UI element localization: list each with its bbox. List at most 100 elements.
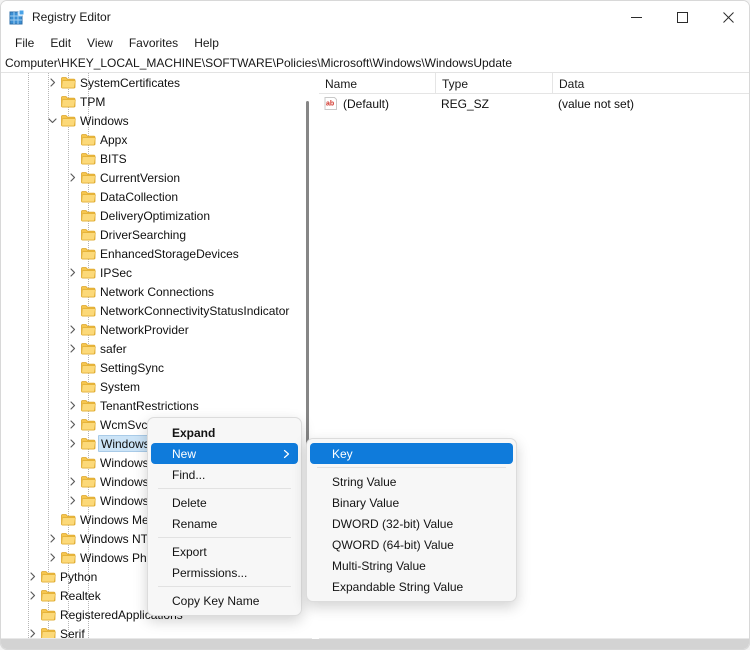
chevron-right-icon[interactable]	[65, 491, 80, 510]
column-header-name[interactable]: Name	[319, 73, 435, 94]
tree-item-label-box: BITS	[98, 150, 130, 167]
svg-text:ab: ab	[326, 101, 334, 108]
tree-item-label: EnhancedStorageDevices	[100, 246, 239, 261]
list-body: ab (Default) REG_SZ (value not set)	[319, 94, 749, 114]
submenu-item-qword-64-bit-value[interactable]: QWORD (64-bit) Value	[310, 534, 513, 555]
chevron-right-icon[interactable]	[65, 320, 80, 339]
column-header-data[interactable]: Data	[552, 73, 749, 94]
submenu-item-key[interactable]: Key	[310, 443, 513, 464]
menu-file[interactable]: File	[7, 34, 42, 53]
list-header: Name Type Data	[319, 73, 749, 94]
menu-favorites[interactable]: Favorites	[121, 34, 186, 53]
new-submenu[interactable]: Key String Value Binary Value DWORD (32-bit…	[306, 438, 517, 602]
tree-item-networkconnectivitystatusindicator[interactable]: NetworkConnectivityStatusIndicator	[1, 301, 304, 320]
desktop-bottom-strip	[1, 639, 749, 649]
tree-item-windows[interactable]: Windows	[1, 111, 304, 130]
menu-help[interactable]: Help	[186, 34, 227, 53]
tree-item-label-box: DataCollection	[98, 188, 181, 205]
tree-item-currentversion[interactable]: CurrentVersion	[1, 168, 304, 187]
tree-item-label-box: Appx	[98, 131, 130, 148]
tree-item-label-box: Python	[58, 568, 100, 585]
tree-item-driversearching[interactable]: DriverSearching	[1, 225, 304, 244]
chevron-right-icon[interactable]	[45, 529, 60, 548]
tree-item-systemcertificates[interactable]: SystemCertificates	[1, 73, 304, 92]
tree-item-label-box: TPM	[78, 93, 108, 110]
folder-icon	[80, 282, 97, 301]
registry-editor-icon	[9, 9, 26, 26]
tree-item-label-box: DeliveryOptimization	[98, 207, 213, 224]
context-menu-item-copy-key-name[interactable]: Copy Key Name	[151, 590, 298, 611]
submenu-item-dword-32-bit-value[interactable]: DWORD (32-bit) Value	[310, 513, 513, 534]
chevron-right-icon[interactable]	[65, 168, 80, 187]
cell-data: (value not set)	[558, 97, 635, 111]
tree-expander-spacer	[65, 377, 80, 396]
submenu-item-multi-string-value[interactable]: Multi-String Value	[310, 555, 513, 576]
tree-item-safer[interactable]: safer	[1, 339, 304, 358]
folder-icon	[80, 339, 97, 358]
minimize-button[interactable]	[613, 1, 659, 33]
context-menu-item-expand[interactable]: Expand	[151, 422, 298, 443]
tree-context-menu[interactable]: Expand New Find... Delete Rename Export Permis…	[147, 417, 302, 616]
tree-item-appx[interactable]: Appx	[1, 130, 304, 149]
context-menu-item-new[interactable]: New	[151, 443, 298, 464]
chevron-right-icon[interactable]	[65, 263, 80, 282]
tree-item-tenantrestrictions[interactable]: TenantRestrictions	[1, 396, 304, 415]
folder-icon	[40, 605, 57, 624]
context-menu-item-label: Permissions...	[172, 565, 248, 580]
tree-item-label: Serif	[60, 626, 85, 640]
tree-item-deliveryoptimization[interactable]: DeliveryOptimization	[1, 206, 304, 225]
folder-icon	[80, 301, 97, 320]
close-button[interactable]	[705, 1, 749, 33]
tree-item-label-box: Windows	[78, 112, 132, 129]
tree-expander-spacer	[65, 244, 80, 263]
tree-item-network-connections[interactable]: Network Connections	[1, 282, 304, 301]
list-vertical-scrollbar[interactable]	[742, 94, 749, 639]
menu-edit[interactable]: Edit	[42, 34, 79, 53]
chevron-right-icon[interactable]	[65, 415, 80, 434]
chevron-right-icon[interactable]	[65, 339, 80, 358]
tree-item-bits[interactable]: BITS	[1, 149, 304, 168]
tree-item-enhancedstoragedevices[interactable]: EnhancedStorageDevices	[1, 244, 304, 263]
chevron-right-icon[interactable]	[65, 472, 80, 491]
chevron-right-icon[interactable]	[65, 434, 80, 453]
window-title: Registry Editor	[32, 10, 111, 24]
chevron-right-icon[interactable]	[65, 396, 80, 415]
chevron-right-icon[interactable]	[25, 586, 40, 605]
tree-item-tpm[interactable]: TPM	[1, 92, 304, 111]
tree-expander-spacer	[65, 358, 80, 377]
submenu-item-string-value[interactable]: String Value	[310, 471, 513, 492]
menu-view[interactable]: View	[79, 34, 121, 53]
tree-item-networkprovider[interactable]: NetworkProvider	[1, 320, 304, 339]
chevron-right-icon[interactable]	[45, 73, 60, 92]
folder-icon	[80, 130, 97, 149]
chevron-right-icon[interactable]	[25, 567, 40, 586]
tree-expander-spacer	[65, 187, 80, 206]
tree-expander-spacer	[65, 301, 80, 320]
tree-item-serif[interactable]: Serif	[1, 624, 304, 639]
tree-item-system[interactable]: System	[1, 377, 304, 396]
tree-item-ipsec[interactable]: IPSec	[1, 263, 304, 282]
maximize-button[interactable]	[659, 1, 705, 33]
context-menu-item-rename[interactable]: Rename	[151, 513, 298, 534]
tree-item-label-box: TenantRestrictions	[98, 397, 202, 414]
chevron-right-icon[interactable]	[25, 624, 40, 639]
folder-icon	[80, 149, 97, 168]
context-menu-item-delete[interactable]: Delete	[151, 492, 298, 513]
submenu-item-expandable-string-value[interactable]: Expandable String Value	[310, 576, 513, 597]
tree-item-datacollection[interactable]: DataCollection	[1, 187, 304, 206]
address-bar[interactable]: Computer\HKEY_LOCAL_MACHINE\SOFTWARE\Pol…	[1, 54, 749, 73]
table-row[interactable]: ab (Default) REG_SZ (value not set)	[319, 94, 749, 114]
tree-item-label: Windows	[80, 113, 129, 128]
tree-item-label: DataCollection	[100, 189, 179, 204]
submenu-item-binary-value[interactable]: Binary Value	[310, 492, 513, 513]
context-menu-item-export[interactable]: Export	[151, 541, 298, 562]
context-menu-item-permissions[interactable]: Permissions...	[151, 562, 298, 583]
chevron-right-icon[interactable]	[45, 548, 60, 567]
tree-vscroll-thumb[interactable]	[306, 101, 309, 451]
column-header-type[interactable]: Type	[435, 73, 552, 94]
tree-item-settingsync[interactable]: SettingSync	[1, 358, 304, 377]
context-menu-item-find[interactable]: Find...	[151, 464, 298, 485]
tree-item-label-box: SystemCertificates	[78, 74, 183, 91]
chevron-down-icon[interactable]	[45, 111, 60, 130]
folder-icon	[40, 586, 57, 605]
